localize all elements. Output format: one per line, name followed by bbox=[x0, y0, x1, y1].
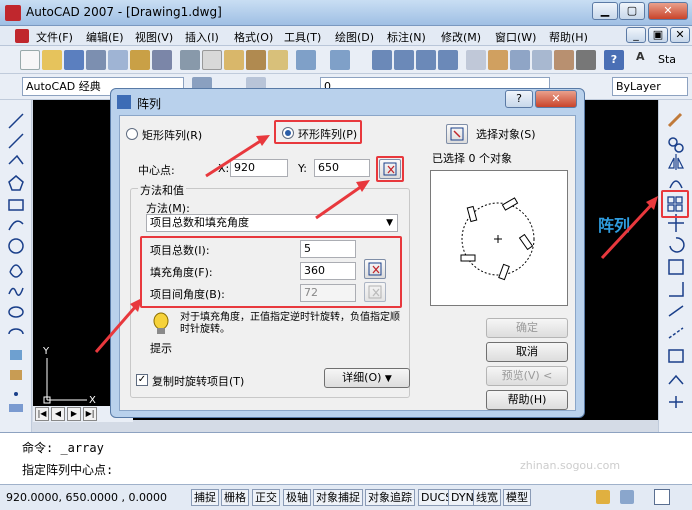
arrow-to-polar-radio-head bbox=[256, 135, 270, 146]
arrow-to-polar-radio bbox=[205, 138, 263, 178]
annotation-arrows bbox=[94, 135, 370, 353]
arrow-to-pick-center bbox=[315, 184, 363, 220]
arrow-to-values bbox=[94, 305, 138, 353]
